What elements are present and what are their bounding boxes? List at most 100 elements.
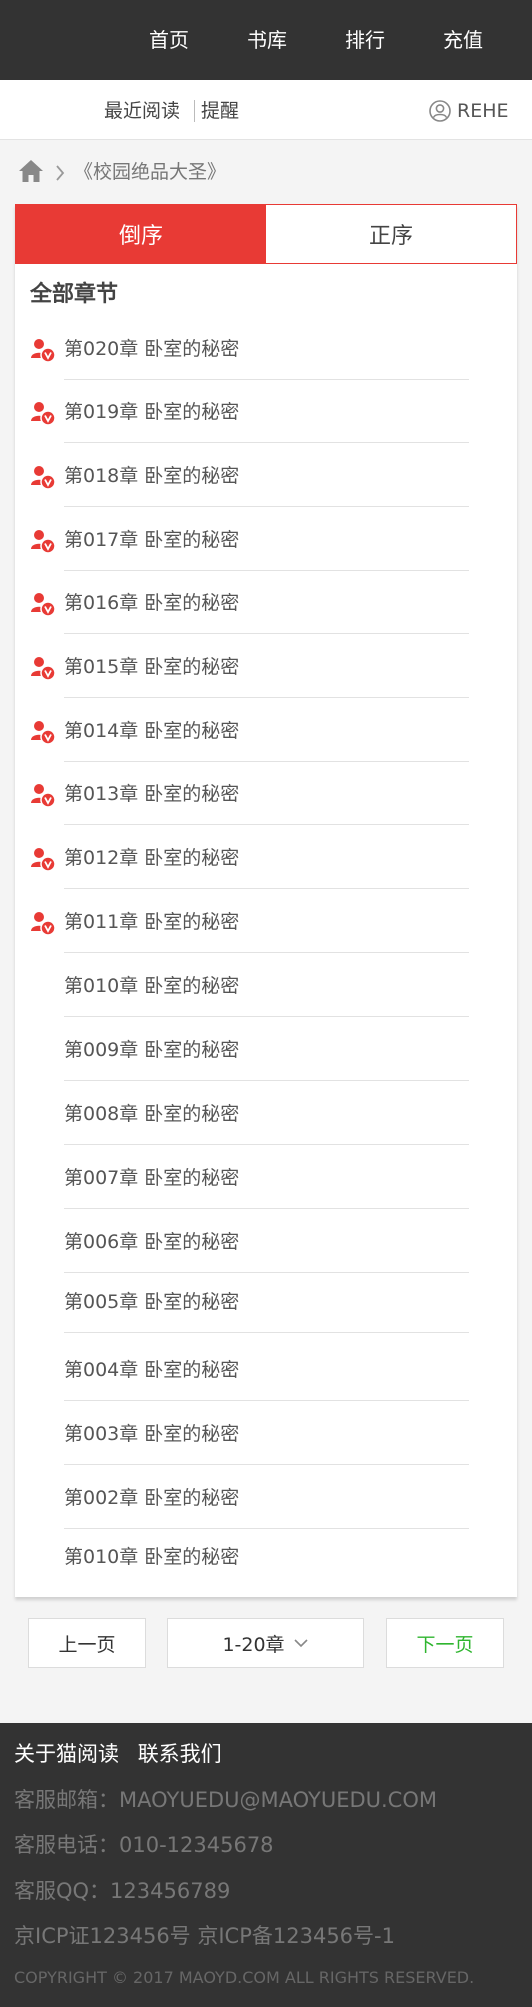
chapter-title: 第010章 卧室的秘密 [64,975,240,997]
chapter-item[interactable]: 第010章 卧室的秘密 [15,955,517,1017]
vip-lock-icon [30,719,56,745]
chapter-title: 第009章 卧室的秘密 [64,1039,240,1061]
chapter-title: 第006章 卧室的秘密 [64,1231,240,1253]
nav-library[interactable]: 书库 [247,26,287,54]
vip-lock-icon [30,337,56,363]
prev-page-label: 上一页 [58,1633,116,1656]
chapter-divider [64,506,469,507]
chapter-item[interactable]: 第012章 卧室的秘密 [15,827,517,889]
tab-asc[interactable]: 正序 [266,205,516,263]
vip-lock-icon [30,846,56,872]
chapter-item[interactable]: 第020章 卧室的秘密 [15,318,517,380]
chapter-divider [64,1208,469,1209]
next-page-label: 下一页 [416,1633,474,1656]
chapter-item[interactable]: 第008章 卧室的秘密 [15,1083,517,1145]
chapter-item[interactable]: 第003章 卧室的秘密 [15,1403,517,1465]
contact-link[interactable]: 联系我们 [138,1742,222,1766]
chapter-title: 第017章 卧室的秘密 [64,529,240,551]
nav-ranking[interactable]: 排行 [345,26,385,54]
about-link[interactable]: 关于猫阅读 [14,1742,119,1766]
sub-bar: 最近阅读 提醒 REHE [0,80,532,140]
top-nav: 首页 书库 排行 充值 [0,0,532,80]
chapter-divider [64,697,469,698]
chapter-divider [64,1332,469,1333]
chapter-title: 第002章 卧室的秘密 [64,1487,240,1509]
book-title-link[interactable]: 《校园绝品大圣》 [74,159,226,185]
chapter-divider [64,570,469,571]
chevron-down-icon [293,1639,308,1648]
nav-recharge[interactable]: 充值 [443,26,483,54]
chapter-title: 第016章 卧室的秘密 [64,592,240,614]
next-page-button[interactable]: 下一页 [386,1618,504,1668]
chapter-item[interactable]: 第017章 卧室的秘密 [15,509,517,571]
chapter-item[interactable]: 第006章 卧室的秘密 [15,1211,517,1273]
home-icon[interactable] [18,159,44,183]
chapter-item[interactable]: 第009章 卧室的秘密 [15,1019,517,1081]
chapter-title: 第010章 卧室的秘密 [64,1546,240,1568]
vip-lock-icon [30,400,56,426]
chapter-title: 第020章 卧室的秘密 [64,338,240,360]
chapter-item[interactable]: 第005章 卧室的秘密 [15,1271,517,1333]
chapter-item[interactable]: 第007章 卧室的秘密 [15,1147,517,1209]
chapter-divider [64,633,469,634]
chapter-divider [64,952,469,953]
chapter-title: 第019章 卧室的秘密 [64,401,240,423]
chevron-right-icon [56,165,65,181]
breadcrumb: 《校园绝品大圣》 [0,140,532,204]
chapter-title: 第008章 卧室的秘密 [64,1103,240,1125]
chapter-title: 第011章 卧室的秘密 [64,911,240,933]
chapter-title: 第013章 卧室的秘密 [64,783,240,805]
chapter-item[interactable]: 第014章 卧室的秘密 [15,700,517,762]
sort-tabs: 倒序 正序 [15,204,517,264]
remind-link[interactable]: 提醒 [201,98,239,124]
chapter-divider [64,761,469,762]
chapter-item[interactable]: 第011章 卧室的秘密 [15,891,517,953]
chapter-title: 第004章 卧室的秘密 [64,1359,240,1381]
copyright: COPYRIGHT © 2017 MAOYD.COM ALL RIGHTS RE… [14,1968,475,1987]
page-range-select[interactable]: 1-20章 [167,1618,364,1668]
chapter-item[interactable]: 第018章 卧室的秘密 [15,445,517,507]
chapter-divider [64,442,469,443]
user-account[interactable]: REHE [429,98,509,124]
chapter-title: 第003章 卧室的秘密 [64,1423,240,1445]
chapter-item[interactable]: 第013章 卧室的秘密 [15,763,517,825]
icp-license: 京ICP证123456号 京ICP备123456号-1 [14,1924,395,1948]
vip-lock-icon [30,464,56,490]
tab-desc[interactable]: 倒序 [16,205,266,263]
chapter-divider [64,1400,469,1401]
chapter-title: 第015章 卧室的秘密 [64,656,240,678]
chapter-panel: 倒序 正序 全部章节 第020章 卧室的秘密 第019章 卧室的秘密 第018章 卧… [15,204,517,1597]
chapter-divider [64,824,469,825]
chapter-title: 第005章 卧室的秘密 [64,1291,240,1313]
vip-lock-icon [30,910,56,936]
chapter-title: 第014章 卧室的秘密 [64,720,240,742]
chapter-item[interactable]: 第016章 卧室的秘密 [15,572,517,634]
chapter-item[interactable]: 第004章 卧室的秘密 [15,1339,517,1401]
chapter-divider [64,1464,469,1465]
chapter-divider [64,888,469,889]
chapter-title: 第012章 卧室的秘密 [64,847,240,869]
vip-lock-icon [30,528,56,554]
support-email: 客服邮箱：MAOYUEDU@MAOYUEDU.COM [14,1788,437,1812]
vip-lock-icon [30,655,56,681]
pager: 上一页 1-20章 下一页 [0,1618,532,1668]
chapter-divider [64,1144,469,1145]
chapter-divider [64,379,469,380]
chapters-heading: 全部章节 [30,282,119,307]
chapter-title: 第018章 卧室的秘密 [64,465,240,487]
chapter-item[interactable]: 第010章 卧室的秘密 [15,1526,517,1588]
divider [194,100,195,122]
vip-lock-icon [30,591,56,617]
chapter-item[interactable]: 第002章 卧室的秘密 [15,1467,517,1529]
user-circle-icon [429,100,451,122]
vip-lock-icon [30,782,56,808]
chapter-item[interactable]: 第019章 卧室的秘密 [15,381,517,443]
prev-page-button[interactable]: 上一页 [28,1618,146,1668]
chapter-title: 第007章 卧室的秘密 [64,1167,240,1189]
support-phone: 客服电话：010-12345678 [14,1833,274,1857]
recent-reading-link[interactable]: 最近阅读 [104,98,180,124]
nav-home[interactable]: 首页 [149,26,189,54]
chapter-item[interactable]: 第015章 卧室的秘密 [15,636,517,698]
page-range-label: 1-20章 [222,1633,285,1656]
username: REHE [457,100,509,122]
